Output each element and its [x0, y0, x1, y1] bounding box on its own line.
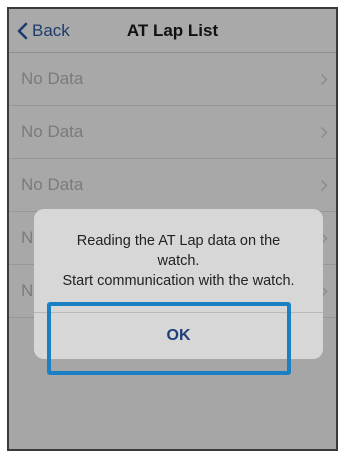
ok-button-highlight — [47, 302, 291, 375]
chevron-right-icon — [320, 53, 328, 105]
phone-screen: Back AT Lap List No Data No Data No Data… — [7, 7, 338, 451]
list-item-label: No Data — [21, 69, 84, 88]
chevron-right-icon — [320, 159, 328, 211]
list-item[interactable]: No Data — [9, 159, 336, 212]
navigation-bar: Back AT Lap List — [9, 9, 336, 53]
page-title: AT Lap List — [126, 20, 219, 40]
list-item-label: No Data — [21, 175, 84, 194]
list-item[interactable]: No Data — [9, 53, 336, 106]
list-item-label: No Data — [21, 122, 84, 141]
dialog-message: Reading the AT Lap data on the watch. St… — [62, 233, 295, 289]
chevron-right-icon — [320, 106, 328, 158]
list-item[interactable]: No Data — [9, 106, 336, 159]
